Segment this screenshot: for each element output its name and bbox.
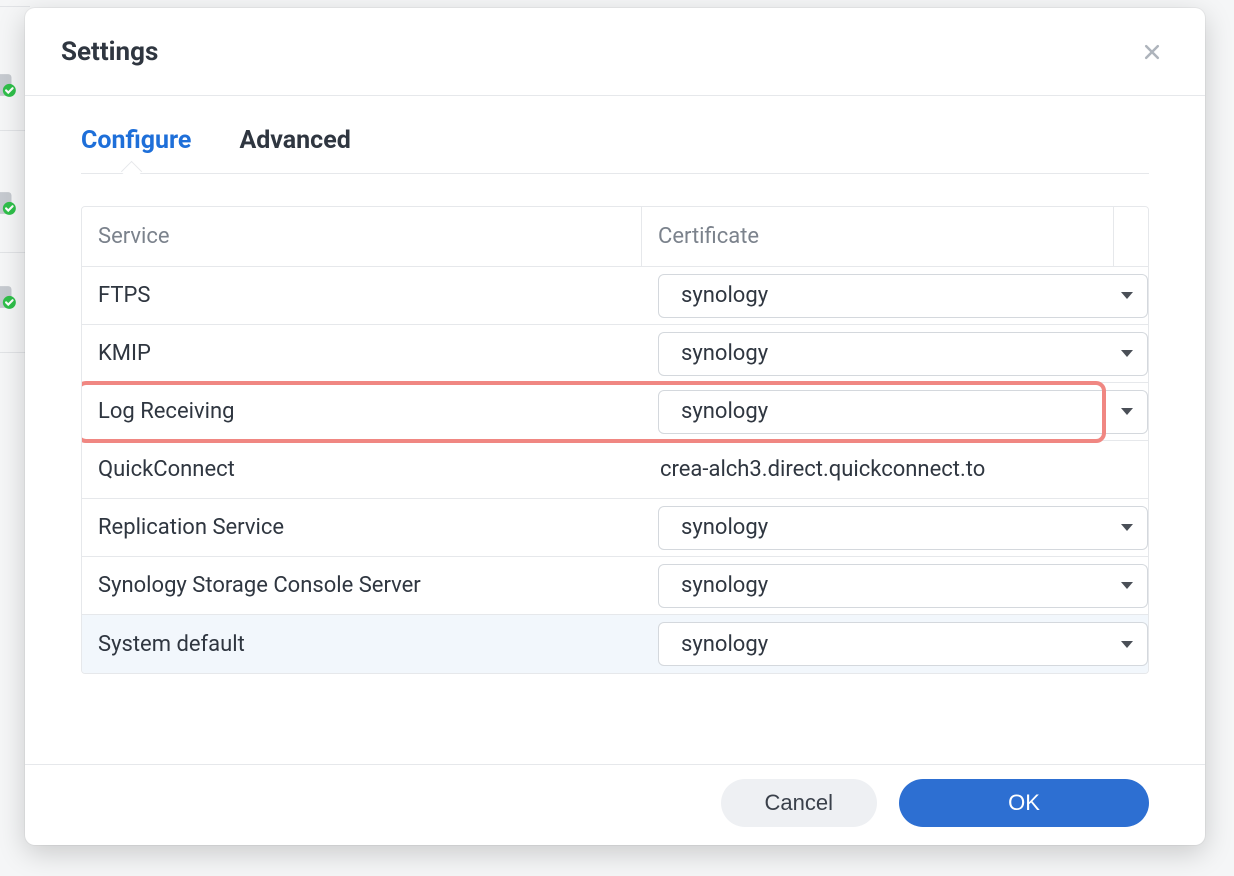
modal-header: Settings	[25, 8, 1205, 96]
table-row: FTPS synology	[82, 267, 1148, 325]
chevron-down-icon	[1121, 582, 1133, 589]
service-name: Replication Service	[82, 515, 642, 540]
table-row: Synology Storage Console Server synology	[82, 557, 1148, 615]
close-icon	[1142, 42, 1162, 62]
chevron-down-icon	[1121, 408, 1133, 415]
certificate-table: Service Certificate FTPS synology KMIP syno…	[81, 206, 1149, 674]
table-row: Log Receiving synology	[82, 383, 1148, 441]
chevron-down-icon	[1121, 524, 1133, 531]
table-row: System default synology	[82, 615, 1148, 673]
modal-title: Settings	[61, 37, 158, 67]
modal-body: Configure Advanced Service Certificate F…	[25, 96, 1205, 674]
certificate-select-value: synology	[681, 573, 768, 598]
certificate-badge-icon	[0, 284, 18, 310]
certificate-select[interactable]: synology	[658, 506, 1148, 550]
table-row: Replication Service synology	[82, 499, 1148, 557]
certificate-badge-icon	[0, 72, 18, 98]
chevron-down-icon	[1121, 641, 1133, 648]
certificate-badge-icon	[0, 190, 18, 216]
table-header: Service Certificate	[82, 207, 1148, 267]
certificate-select-value: synology	[681, 632, 768, 657]
certificate-select[interactable]: synology	[658, 274, 1148, 318]
certificate-select-value: synology	[681, 341, 768, 366]
service-name: QuickConnect	[82, 457, 642, 482]
column-header-service[interactable]: Service	[82, 207, 642, 266]
certificate-select[interactable]: synology	[658, 390, 1148, 434]
close-button[interactable]	[1137, 37, 1167, 67]
certificate-select[interactable]: synology	[658, 332, 1148, 376]
tab-advanced[interactable]: Advanced	[239, 126, 350, 173]
certificate-select-value: synology	[681, 515, 768, 540]
modal-footer: Cancel OK	[25, 764, 1205, 845]
settings-modal: Settings Configure Advanced Service Cert…	[25, 8, 1205, 845]
service-name: Log Receiving	[82, 399, 642, 424]
chevron-down-icon	[1121, 350, 1133, 357]
table-row: QuickConnect crea-alch3.direct.quickconne…	[82, 441, 1148, 499]
certificate-select[interactable]: synology	[658, 622, 1148, 666]
table-row: KMIP synology	[82, 325, 1148, 383]
column-header-certificate[interactable]: Certificate	[642, 207, 1114, 266]
certificate-select-value: synology	[681, 399, 768, 424]
certificate-text: crea-alch3.direct.quickconnect.to	[658, 457, 1138, 482]
certificate-select-value: synology	[681, 283, 768, 308]
tab-configure[interactable]: Configure	[81, 126, 191, 173]
certificate-select[interactable]: synology	[658, 564, 1148, 608]
service-name: FTPS	[82, 283, 642, 308]
chevron-down-icon	[1121, 292, 1133, 299]
service-name: Synology Storage Console Server	[82, 573, 642, 598]
service-name: System default	[82, 632, 642, 657]
tab-bar: Configure Advanced	[81, 126, 1149, 174]
ok-button[interactable]: OK	[899, 779, 1149, 827]
service-name: KMIP	[82, 341, 642, 366]
cancel-button[interactable]: Cancel	[721, 779, 877, 827]
